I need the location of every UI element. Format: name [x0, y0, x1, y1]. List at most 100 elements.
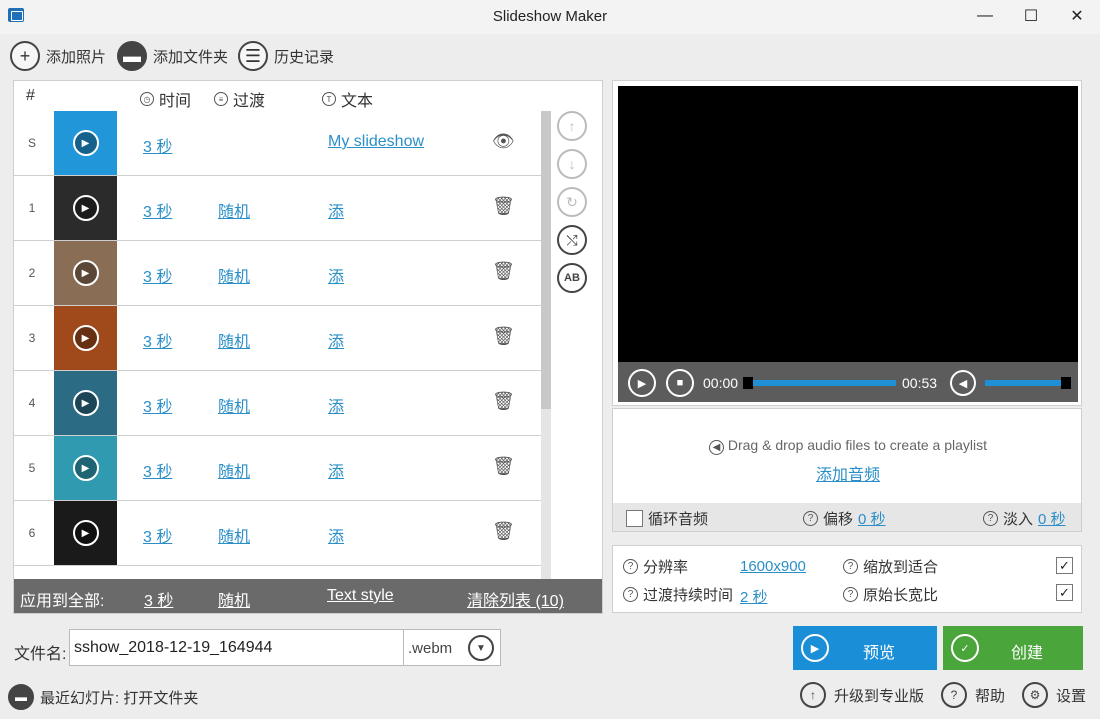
close-button[interactable]: ✕: [1054, 0, 1100, 32]
slide-text-link[interactable]: 添: [328, 263, 344, 287]
move-down-button[interactable]: ↓: [557, 149, 587, 179]
help-icon[interactable]: ?: [983, 511, 998, 526]
slide-duration-link[interactable]: 3 秒: [143, 133, 172, 157]
scrollbar-thumb[interactable]: [541, 111, 551, 409]
seek-knob[interactable]: [743, 377, 753, 389]
clear-list-link[interactable]: 清除列表 (10): [467, 587, 564, 611]
slide-transition-link[interactable]: 随机: [218, 523, 250, 547]
trash-icon[interactable]: 🗑: [492, 326, 515, 347]
slide-text-link[interactable]: My slideshow: [328, 133, 424, 151]
help-icon[interactable]: ?: [803, 511, 818, 526]
slide-duration-link[interactable]: 3 秒: [143, 328, 172, 352]
scale-to-fit-checkbox[interactable]: ✓: [1056, 557, 1073, 574]
slide-number: 1: [28, 201, 36, 215]
add-audio-link[interactable]: 添加音频: [613, 461, 1083, 485]
slide-row[interactable]: 3 ▶ 3 秒 随机 添 🗑: [14, 306, 541, 371]
slide-transition-link[interactable]: 随机: [218, 328, 250, 352]
stop-button[interactable]: ■: [666, 369, 694, 397]
slide-row[interactable]: 6 ▶ 3 秒 随机 添 🗑: [14, 501, 541, 566]
slide-transition-link[interactable]: 随机: [218, 458, 250, 482]
trash-icon[interactable]: 🗑: [492, 261, 515, 282]
sort-ab-icon: AB: [564, 272, 580, 284]
fadein-value[interactable]: 0 秒: [1038, 508, 1066, 529]
help-icon[interactable]: ?: [623, 559, 638, 574]
slide-duration-link[interactable]: 3 秒: [143, 458, 172, 482]
trash-icon[interactable]: 🗑: [492, 196, 515, 217]
filename-input[interactable]: [69, 629, 404, 666]
aspect-ratio-checkbox[interactable]: ✓: [1056, 584, 1073, 601]
seek-bar[interactable]: [748, 380, 896, 386]
header-text: T 文本: [322, 87, 373, 111]
slide-thumbnail[interactable]: ▶: [54, 111, 117, 175]
slide-duration-link[interactable]: 3 秒: [143, 263, 172, 287]
add-folder-button[interactable]: ▬ 添加文件夹: [117, 40, 228, 72]
help-icon[interactable]: ?: [843, 587, 858, 602]
volume-bar[interactable]: [985, 380, 1067, 386]
slide-row[interactable]: S ▶ 3 秒 My slideshow 👁: [14, 111, 541, 176]
slide-row[interactable]: 2 ▶ 3 秒 随机 添 🗑: [14, 241, 541, 306]
slide-transition-link[interactable]: 随机: [218, 393, 250, 417]
offset-value[interactable]: 0 秒: [858, 508, 886, 529]
add-photos-button[interactable]: + 添加照片: [10, 40, 106, 72]
slide-text-link[interactable]: 添: [328, 328, 344, 352]
create-label: 创建: [1011, 645, 1044, 662]
slide-thumbnail[interactable]: ▶: [54, 306, 117, 370]
settings-label: 设置: [1056, 687, 1087, 705]
rotate-button[interactable]: ↻: [557, 187, 587, 217]
minimize-button[interactable]: —: [962, 0, 1008, 32]
apply-all-label: 应用到全部:: [20, 593, 105, 610]
play-button[interactable]: ▶: [628, 369, 656, 397]
volume-button[interactable]: ◀: [950, 370, 976, 396]
help-icon[interactable]: ?: [843, 559, 858, 574]
slide-text-link[interactable]: 添: [328, 393, 344, 417]
text-style-link[interactable]: Text style: [327, 587, 394, 605]
transition-duration-value[interactable]: 2 秒: [740, 586, 768, 607]
upgrade-button[interactable]: ↑ 升级到专业版: [800, 682, 924, 708]
slide-duration-link[interactable]: 3 秒: [143, 393, 172, 417]
chevron-down-icon[interactable]: ▼: [468, 635, 494, 661]
settings-button[interactable]: ⚙ 设置: [1022, 682, 1086, 708]
resolution-value[interactable]: 1600x900: [740, 558, 806, 575]
apply-transition-link[interactable]: 随机: [218, 587, 250, 611]
maximize-button[interactable]: ☐: [1008, 0, 1054, 32]
slide-row[interactable]: 4 ▶ 3 秒 随机 添 🗑: [14, 371, 541, 436]
help-icon[interactable]: ?: [623, 587, 638, 602]
slide-thumbnail[interactable]: ▶: [54, 371, 117, 435]
loop-audio-checkbox[interactable]: [626, 510, 643, 527]
slide-list-panel: # ◷ 时间 ≡ 过渡 T 文本 S ▶ 3 秒 My slideshow 👁 1 ▶ 3 秒随机添…: [13, 80, 603, 614]
scale-to-fit-label: 缩放到适合: [863, 559, 939, 576]
create-button[interactable]: ✓ 创建: [943, 626, 1083, 670]
history-button[interactable]: ☰ 历史记录: [238, 40, 334, 72]
slide-text-link[interactable]: 添: [328, 458, 344, 482]
slide-transition-link[interactable]: 随机: [218, 198, 250, 222]
slide-number: 2: [28, 266, 36, 280]
slide-thumbnail[interactable]: ▶: [54, 241, 117, 305]
trash-icon[interactable]: 🗑: [492, 521, 515, 542]
trash-icon[interactable]: 🗑: [492, 456, 515, 477]
play-icon: ▶: [801, 634, 829, 662]
sort-ab-button[interactable]: AB: [557, 263, 587, 293]
eye-icon[interactable]: 👁: [492, 131, 515, 152]
recent-slideshows[interactable]: ▬ 最近幻灯片: 打开文件夹: [8, 684, 198, 710]
slide-row[interactable]: 5 ▶ 3 秒 随机 添 🗑: [14, 436, 541, 501]
slide-thumbnail[interactable]: ▶: [54, 501, 117, 565]
slide-transition-link[interactable]: 随机: [218, 263, 250, 287]
loop-audio-label: 循环音频: [648, 511, 709, 528]
slide-text-link[interactable]: 添: [328, 198, 344, 222]
audio-drop-zone[interactable]: ◀ Drag & drop audio files to create a pl…: [613, 437, 1083, 455]
shuffle-button[interactable]: ⤭: [557, 225, 587, 255]
slide-row[interactable]: 1 ▶ 3 秒 随机 添 🗑: [14, 176, 541, 241]
help-button[interactable]: ? 帮助: [941, 682, 1005, 708]
trash-icon[interactable]: 🗑: [492, 391, 515, 412]
volume-knob[interactable]: [1061, 377, 1072, 389]
move-up-button[interactable]: ↑: [557, 111, 587, 141]
slide-duration-link[interactable]: 3 秒: [143, 198, 172, 222]
slide-duration-link[interactable]: 3 秒: [143, 523, 172, 547]
apply-duration-link[interactable]: 3 秒: [144, 587, 173, 611]
slide-text-link[interactable]: 添: [328, 523, 344, 547]
slide-thumbnail[interactable]: ▶: [54, 176, 117, 240]
slide-thumbnail[interactable]: ▶: [54, 436, 117, 500]
loop-audio-option[interactable]: 循环音频: [626, 508, 708, 529]
preview-button[interactable]: ▶ 预览: [793, 626, 937, 670]
offset-label: 偏移: [823, 511, 854, 528]
